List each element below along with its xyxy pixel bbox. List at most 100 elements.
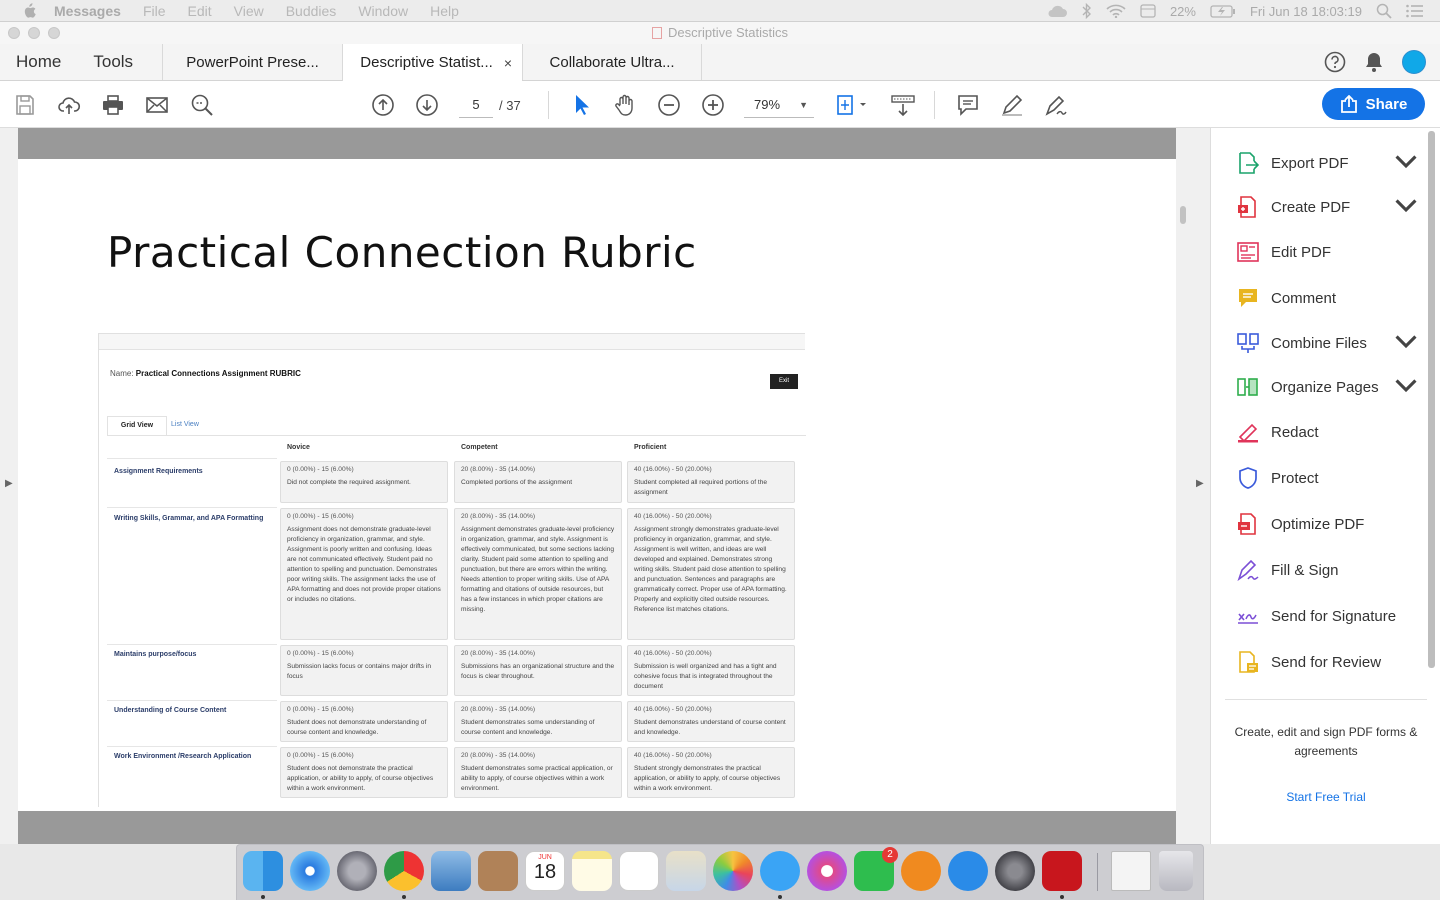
share-button[interactable]: Share [1322, 88, 1425, 120]
dock-acrobat-icon[interactable] [1042, 851, 1082, 891]
chevron-down-icon[interactable] [1395, 151, 1429, 176]
minimize-window-button[interactable] [28, 27, 40, 39]
dock-photos-icon[interactable] [713, 851, 753, 891]
start-free-trial-link[interactable]: Start Free Trial [1225, 790, 1427, 804]
zoom-window-button[interactable] [48, 27, 60, 39]
dock-notes-icon[interactable] [572, 851, 612, 891]
dock-contacts-icon[interactable] [478, 851, 518, 891]
chevron-down-icon[interactable] [1395, 375, 1429, 400]
divider [107, 435, 806, 436]
email-icon[interactable] [145, 93, 169, 117]
tools-pane-scrollbar[interactable] [1428, 131, 1435, 668]
tool-export-pdf[interactable]: Export PDF [1237, 148, 1417, 178]
document-viewport[interactable]: ▶ ▶ Practical Connection Rubric Name: Pr… [0, 128, 1210, 844]
dock-finder-icon[interactable] [243, 851, 283, 891]
notification-center-icon[interactable] [1406, 4, 1424, 18]
dock-launchpad-icon[interactable] [337, 851, 377, 891]
dock-trash-icon[interactable] [1159, 851, 1193, 891]
rubric-name: Name: Practical Connections Assignment R… [110, 369, 301, 378]
hand-tool-icon[interactable] [613, 93, 637, 117]
dock-messages-icon[interactable] [760, 851, 800, 891]
tool-fill-sign[interactable]: Fill & Sign [1237, 555, 1339, 585]
dock-chrome-icon[interactable] [384, 851, 424, 891]
wifi-icon[interactable] [1106, 4, 1126, 18]
tool-organize-pages[interactable]: Organize Pages [1237, 372, 1417, 402]
tab-document-powerpoint[interactable]: PowerPoint Prese... [162, 44, 342, 80]
dock-ibooks-icon[interactable] [901, 851, 941, 891]
expand-left-pane-icon[interactable]: ▶ [5, 478, 13, 489]
bluetooth-icon[interactable] [1082, 3, 1092, 19]
rubric-grid-view-tab: Grid View [107, 416, 167, 435]
tool-protect[interactable]: Protect [1237, 463, 1319, 493]
menubar-clock[interactable]: Fri Jun 18 18:03:19 [1250, 4, 1362, 19]
dock-mail-icon[interactable] [431, 851, 471, 891]
scrolling-mode-icon[interactable] [891, 93, 915, 117]
tool-redact[interactable]: Redact [1237, 417, 1319, 447]
tool-create-pdf[interactable]: Create PDF [1237, 192, 1417, 222]
tab-document-collaborate[interactable]: Collaborate Ultra... [522, 44, 703, 80]
search-text-icon[interactable] [190, 93, 214, 117]
menu-edit[interactable]: Edit [188, 3, 212, 19]
comment-icon[interactable] [956, 93, 980, 117]
dock-preview-icon[interactable] [666, 851, 706, 891]
menu-buddies[interactable]: Buddies [286, 3, 337, 19]
print-icon[interactable] [101, 93, 125, 117]
previous-page-icon[interactable] [371, 93, 395, 117]
menu-help[interactable]: Help [430, 3, 459, 19]
save-icon[interactable] [13, 93, 37, 117]
chevron-down-icon[interactable] [1395, 195, 1429, 220]
calendar-status-icon[interactable] [1140, 4, 1156, 18]
tool-send-for-signature[interactable]: Send for Signature [1237, 601, 1396, 631]
menu-file[interactable]: File [143, 3, 166, 19]
dock-reminders-icon[interactable] [619, 851, 659, 891]
rubric-cell-text: Student does not demonstrate the practic… [287, 765, 434, 792]
document-scrollbar[interactable] [1180, 206, 1186, 224]
apple-menu-icon[interactable] [20, 2, 38, 19]
rubric-cell-points: 0 (0.00%) - 15 (6.00%) [287, 466, 354, 473]
menu-app-name[interactable]: Messages [54, 3, 121, 19]
rubric-row-label: Work Environment /Research Application [114, 753, 252, 760]
chevron-down-icon[interactable] [1395, 331, 1429, 356]
dock-app-store-icon[interactable] [948, 851, 988, 891]
upload-cloud-icon[interactable] [57, 93, 81, 117]
tool-comment[interactable]: Comment [1237, 283, 1336, 313]
dock-facetime-icon[interactable]: 2 [854, 847, 898, 891]
tool-combine-files[interactable]: Combine Files [1237, 328, 1417, 358]
page-number-input[interactable]: 5 [459, 92, 493, 118]
collapse-right-pane-icon[interactable]: ▶ [1196, 478, 1204, 489]
tab-tools[interactable]: Tools [77, 44, 149, 80]
zoom-in-icon[interactable] [701, 93, 725, 117]
tab-home[interactable]: Home [0, 44, 77, 80]
dock-system-preferences-icon[interactable] [995, 851, 1035, 891]
close-window-button[interactable] [8, 27, 20, 39]
help-icon[interactable] [1324, 51, 1346, 73]
highlight-pen-icon[interactable] [1000, 93, 1024, 117]
tool-label: Send for Signature [1271, 607, 1397, 625]
rubric-cell-points: 40 (16.00%) - 50 (20.00%) [634, 466, 712, 473]
rubric-cell-points: 20 (8.00%) - 35 (14.00%) [461, 752, 536, 759]
menu-view[interactable]: View [234, 3, 264, 19]
tool-optimize-pdf[interactable]: Optimize PDF [1237, 509, 1364, 539]
user-avatar[interactable] [1402, 50, 1426, 74]
spotlight-search-icon[interactable] [1376, 3, 1392, 19]
dock-downloads-icon[interactable] [1111, 851, 1151, 891]
zoom-level-dropdown[interactable]: 79% ▼ [744, 92, 814, 118]
dock-calendar-icon[interactable]: JUN 18 [525, 851, 565, 891]
menu-window[interactable]: Window [358, 3, 408, 19]
tab-document-descriptive-statistics[interactable]: Descriptive Statist... × [342, 44, 523, 82]
battery-icon[interactable] [1210, 4, 1236, 18]
fit-page-icon[interactable] [836, 93, 870, 117]
select-cursor-icon[interactable] [569, 93, 593, 117]
rubric-cell-text: Assignment strongly demonstrates graduat… [634, 526, 787, 613]
notifications-bell-icon[interactable] [1364, 51, 1384, 73]
tool-send-for-review[interactable]: Send for Review [1237, 647, 1381, 677]
zoom-out-icon[interactable] [657, 93, 681, 117]
tab-bar: Home Tools PowerPoint Prese... Descripti… [0, 44, 1440, 82]
dock-itunes-icon[interactable] [807, 851, 847, 891]
sign-pen-icon[interactable] [1044, 93, 1068, 117]
cloud-icon[interactable] [1046, 4, 1068, 18]
dock-safari-icon[interactable] [290, 851, 330, 891]
next-page-icon[interactable] [415, 93, 439, 117]
tool-edit-pdf[interactable]: Edit PDF [1237, 237, 1331, 267]
close-tab-button[interactable]: × [504, 55, 512, 71]
